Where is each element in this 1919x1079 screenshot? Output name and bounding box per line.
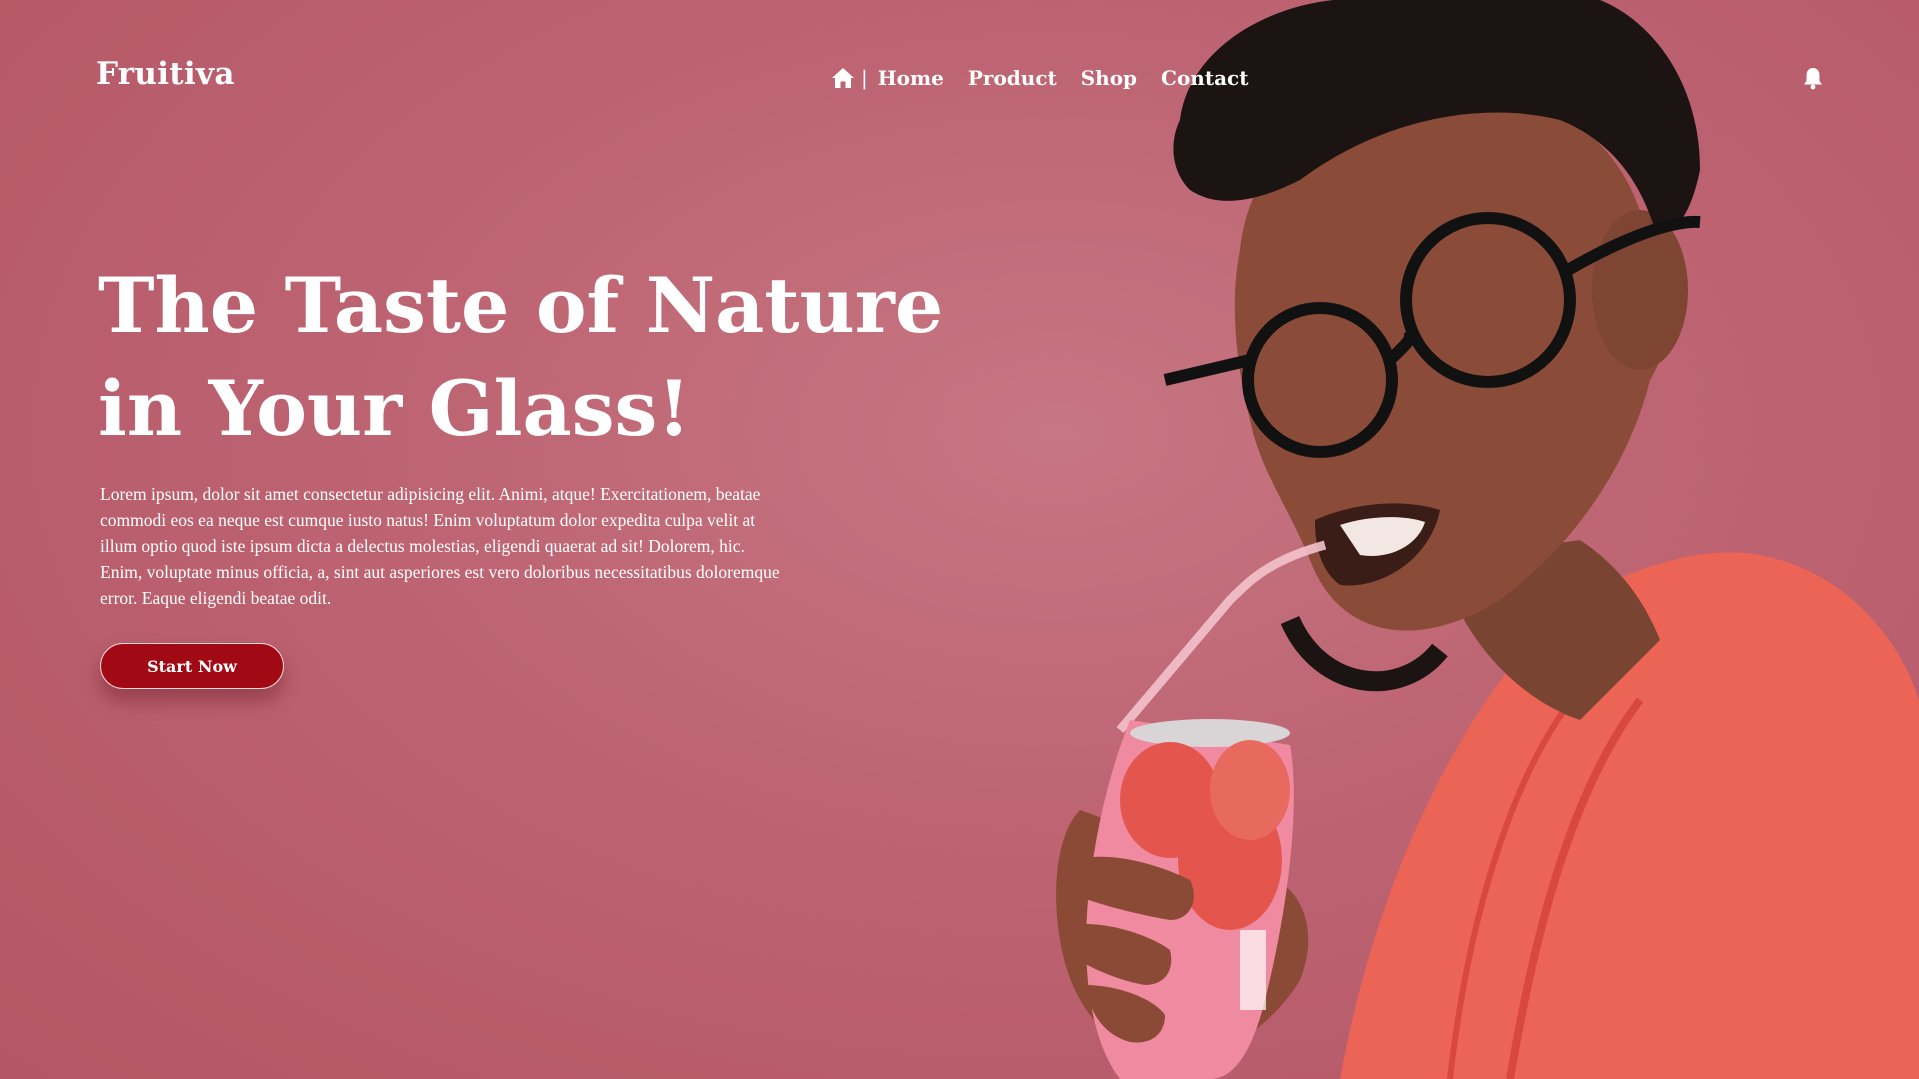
bell-icon[interactable]: [1802, 66, 1824, 90]
nav-item-product[interactable]: Product: [968, 66, 1057, 90]
start-now-button[interactable]: Start Now: [100, 643, 284, 689]
hero-description: Lorem ipsum, dolor sit amet consectetur …: [100, 484, 780, 608]
brand-logo[interactable]: Fruitiva: [96, 56, 235, 92]
headline-line-2: in Your Glass!: [98, 364, 691, 453]
landing-page: Fruitiva | Home Product Shop Contact The…: [0, 0, 1919, 1079]
nav-item-label: Home: [877, 66, 944, 90]
nav-item-home[interactable]: | Home: [831, 66, 944, 90]
nav-item-contact[interactable]: Contact: [1161, 66, 1248, 90]
nav-item-shop[interactable]: Shop: [1081, 66, 1137, 90]
hero-image: [1056, 0, 1919, 1079]
main-nav: | Home Product Shop Contact: [831, 66, 1248, 90]
nav-separator: |: [861, 66, 868, 90]
home-icon: [832, 68, 854, 88]
headline-line-1: The Taste of Nature: [98, 261, 944, 350]
hero-headline: The Taste of Nature in Your Glass!: [98, 254, 958, 460]
